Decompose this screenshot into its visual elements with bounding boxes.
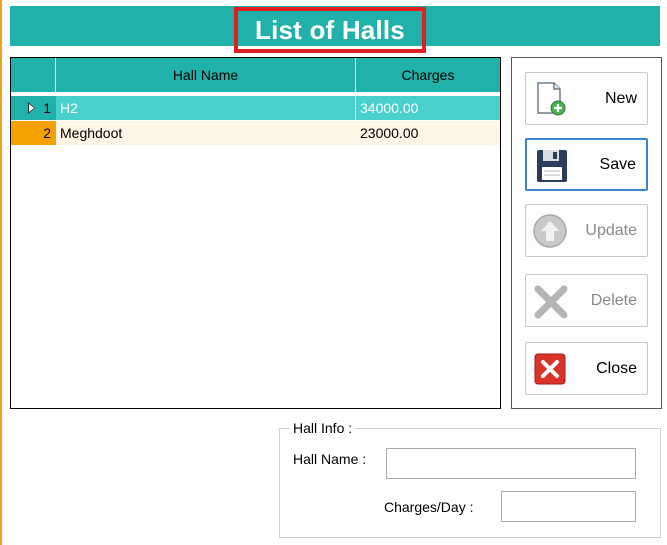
halls-grid[interactable]: Hall Name Charges 1 H2 34000.00 2 Meghdo… — [10, 57, 501, 409]
charges-per-day-input[interactable] — [501, 491, 636, 522]
save-button[interactable]: Save — [525, 138, 648, 191]
row-header[interactable]: 2 — [11, 121, 56, 145]
current-row-arrow-icon — [28, 102, 36, 114]
new-button[interactable]: New — [525, 72, 648, 125]
cell-charges[interactable]: 23000.00 — [356, 121, 500, 145]
row-header[interactable]: 1 — [11, 96, 56, 120]
delete-button-label: Delete — [590, 291, 637, 309]
grid-header: Hall Name Charges — [11, 58, 500, 92]
row-number: 1 — [43, 100, 51, 116]
window-left-border — [0, 0, 2, 545]
up-arrow-icon — [533, 214, 567, 248]
charges-per-day-label: Charges/Day : — [384, 499, 474, 515]
new-button-label: New — [604, 89, 637, 107]
column-header-charges[interactable]: Charges — [356, 58, 500, 92]
delete-button[interactable]: Delete — [525, 274, 648, 327]
floppy-disk-icon — [537, 150, 567, 182]
page-title: List of Halls — [255, 14, 405, 45]
close-button[interactable]: Close — [525, 342, 648, 395]
title-bar: List of Halls — [10, 6, 660, 53]
update-button-label: Update — [585, 221, 637, 239]
hall-name-input[interactable] — [386, 448, 636, 479]
save-button-label: Save — [599, 155, 636, 173]
update-button[interactable]: Update — [525, 204, 648, 257]
x-mark-icon — [534, 285, 568, 319]
row-header-corner — [11, 58, 56, 92]
row-number: 2 — [43, 125, 51, 141]
close-button-label: Close — [596, 359, 637, 377]
cell-hall-name[interactable]: Meghdoot — [56, 121, 356, 145]
cell-hall-name[interactable]: H2 — [56, 96, 356, 120]
table-row[interactable]: 1 H2 34000.00 — [11, 96, 500, 120]
button-panel: New Save Update Delete Close — [511, 57, 662, 409]
title-highlight: List of Halls — [234, 7, 426, 53]
hall-name-label: Hall Name : — [293, 451, 367, 467]
cell-charges[interactable]: 34000.00 — [356, 96, 500, 120]
table-row[interactable]: 2 Meghdoot 23000.00 — [11, 121, 500, 145]
column-header-hall-name[interactable]: Hall Name — [56, 58, 356, 92]
hall-info-title: Hall Info : — [290, 420, 356, 436]
close-x-icon — [534, 353, 566, 385]
hall-info-group: Hall Info : Hall Name : Charges/Day : — [279, 420, 661, 538]
new-document-icon — [537, 82, 566, 116]
